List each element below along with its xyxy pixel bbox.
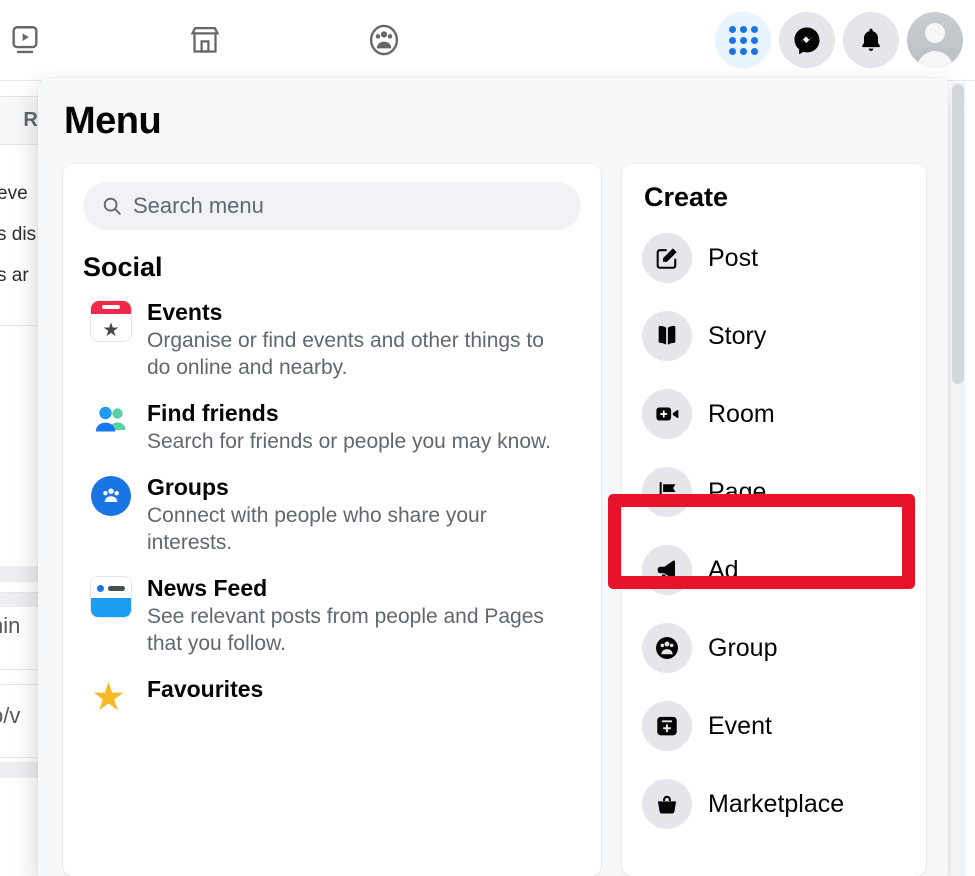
grid-dots xyxy=(728,25,758,55)
search-input-placeholder: Search menu xyxy=(133,193,264,218)
ad-megaphone-icon xyxy=(642,545,692,595)
menu-item-groups[interactable]: Groups Connect with people who share you… xyxy=(83,464,581,565)
create-item-group[interactable]: Group xyxy=(622,609,926,687)
scrollbar-thumb[interactable] xyxy=(952,84,964,384)
marketplace-basket-icon xyxy=(642,779,692,829)
marketplace-icon[interactable] xyxy=(177,12,233,68)
create-item-story[interactable]: Story xyxy=(622,297,926,375)
menu-item-description: Search for friends or people you may kno… xyxy=(147,430,551,453)
menu-item-description: Organise or find events and other things… xyxy=(147,329,544,379)
screen: Re eve s dis s ar nin o/v Menu xyxy=(0,0,975,876)
profile-avatar[interactable] xyxy=(907,12,963,68)
menu-overlay-panel: Menu Search menu Social ★ Events Organis… xyxy=(38,78,948,876)
create-item-label: Group xyxy=(708,633,778,662)
group-people-icon xyxy=(642,623,692,673)
post-compose-icon xyxy=(642,233,692,283)
room-video-icon xyxy=(642,389,692,439)
create-item-post[interactable]: Post xyxy=(622,219,926,297)
section-title-social: Social xyxy=(83,252,163,282)
menu-item-label: Events xyxy=(147,299,223,325)
create-item-event[interactable]: Event xyxy=(622,687,926,765)
groups-icon[interactable] xyxy=(356,12,412,68)
create-item-label: Story xyxy=(708,321,767,350)
story-book-icon xyxy=(642,311,692,361)
page-title: Menu xyxy=(64,100,162,142)
create-item-label: Page xyxy=(708,477,767,506)
page-flag-icon xyxy=(642,467,692,517)
nav-icon-group xyxy=(0,12,430,70)
menu-item-events[interactable]: ★ Events Organise or find events and oth… xyxy=(83,289,581,390)
search-menu-field[interactable]: Search menu xyxy=(83,182,581,230)
menu-left-card: Search menu Social ★ Events Organise or … xyxy=(63,164,601,876)
create-item-label: Room xyxy=(708,399,775,428)
menu-item-label: News Feed xyxy=(147,574,268,601)
find-friends-icon xyxy=(91,402,131,442)
background-text-strip: nin xyxy=(0,613,21,638)
menu-item-description: See relevant posts from people and Pages… xyxy=(147,604,544,655)
create-item-page[interactable]: Page xyxy=(622,453,926,531)
notifications-bell-icon[interactable] xyxy=(843,12,899,68)
menu-columns: Search menu Social ★ Events Organise or … xyxy=(38,164,948,876)
create-item-marketplace[interactable]: Marketplace xyxy=(622,765,926,843)
background-text-strip: o/v xyxy=(0,703,21,728)
create-item-label: Post xyxy=(708,243,759,272)
event-calendar-plus-icon xyxy=(642,701,692,751)
facebook-top-navbar xyxy=(0,0,975,81)
search-icon xyxy=(101,195,123,217)
menu-item-description: Connect with people who share your inter… xyxy=(147,504,487,554)
avatar-head xyxy=(925,23,945,43)
news-feed-icon xyxy=(91,576,131,617)
menu-item-label: Groups xyxy=(147,473,229,500)
groups-icon xyxy=(91,475,131,516)
create-item-label: Event xyxy=(708,711,772,740)
menu-item-label: Favourites xyxy=(147,675,264,702)
menu-create-card: Create Post Story Room Page Ad Group Eve… xyxy=(622,164,926,876)
menu-item-favourites[interactable]: ★ Favourites xyxy=(83,666,581,726)
events-calendar-icon: ★ xyxy=(91,301,131,341)
menu-item-label: Find friends xyxy=(147,399,279,426)
topbar-actions xyxy=(715,12,963,68)
menu-item-find-friends[interactable]: Find friends Search for friends or peopl… xyxy=(83,390,581,464)
menu-grid-icon[interactable] xyxy=(715,12,771,68)
create-item-room[interactable]: Room xyxy=(622,375,926,453)
favourites-star-icon: ★ xyxy=(91,675,126,719)
watch-icon[interactable] xyxy=(0,12,53,68)
avatar-body xyxy=(917,51,953,68)
create-item-label: Marketplace xyxy=(708,789,845,818)
create-item-label: Ad xyxy=(708,555,739,584)
messenger-icon[interactable] xyxy=(779,12,835,68)
create-item-ad[interactable]: Ad xyxy=(622,531,926,609)
section-title-create: Create xyxy=(644,182,729,212)
menu-item-news-feed[interactable]: News Feed See relevant posts from people… xyxy=(83,565,581,666)
